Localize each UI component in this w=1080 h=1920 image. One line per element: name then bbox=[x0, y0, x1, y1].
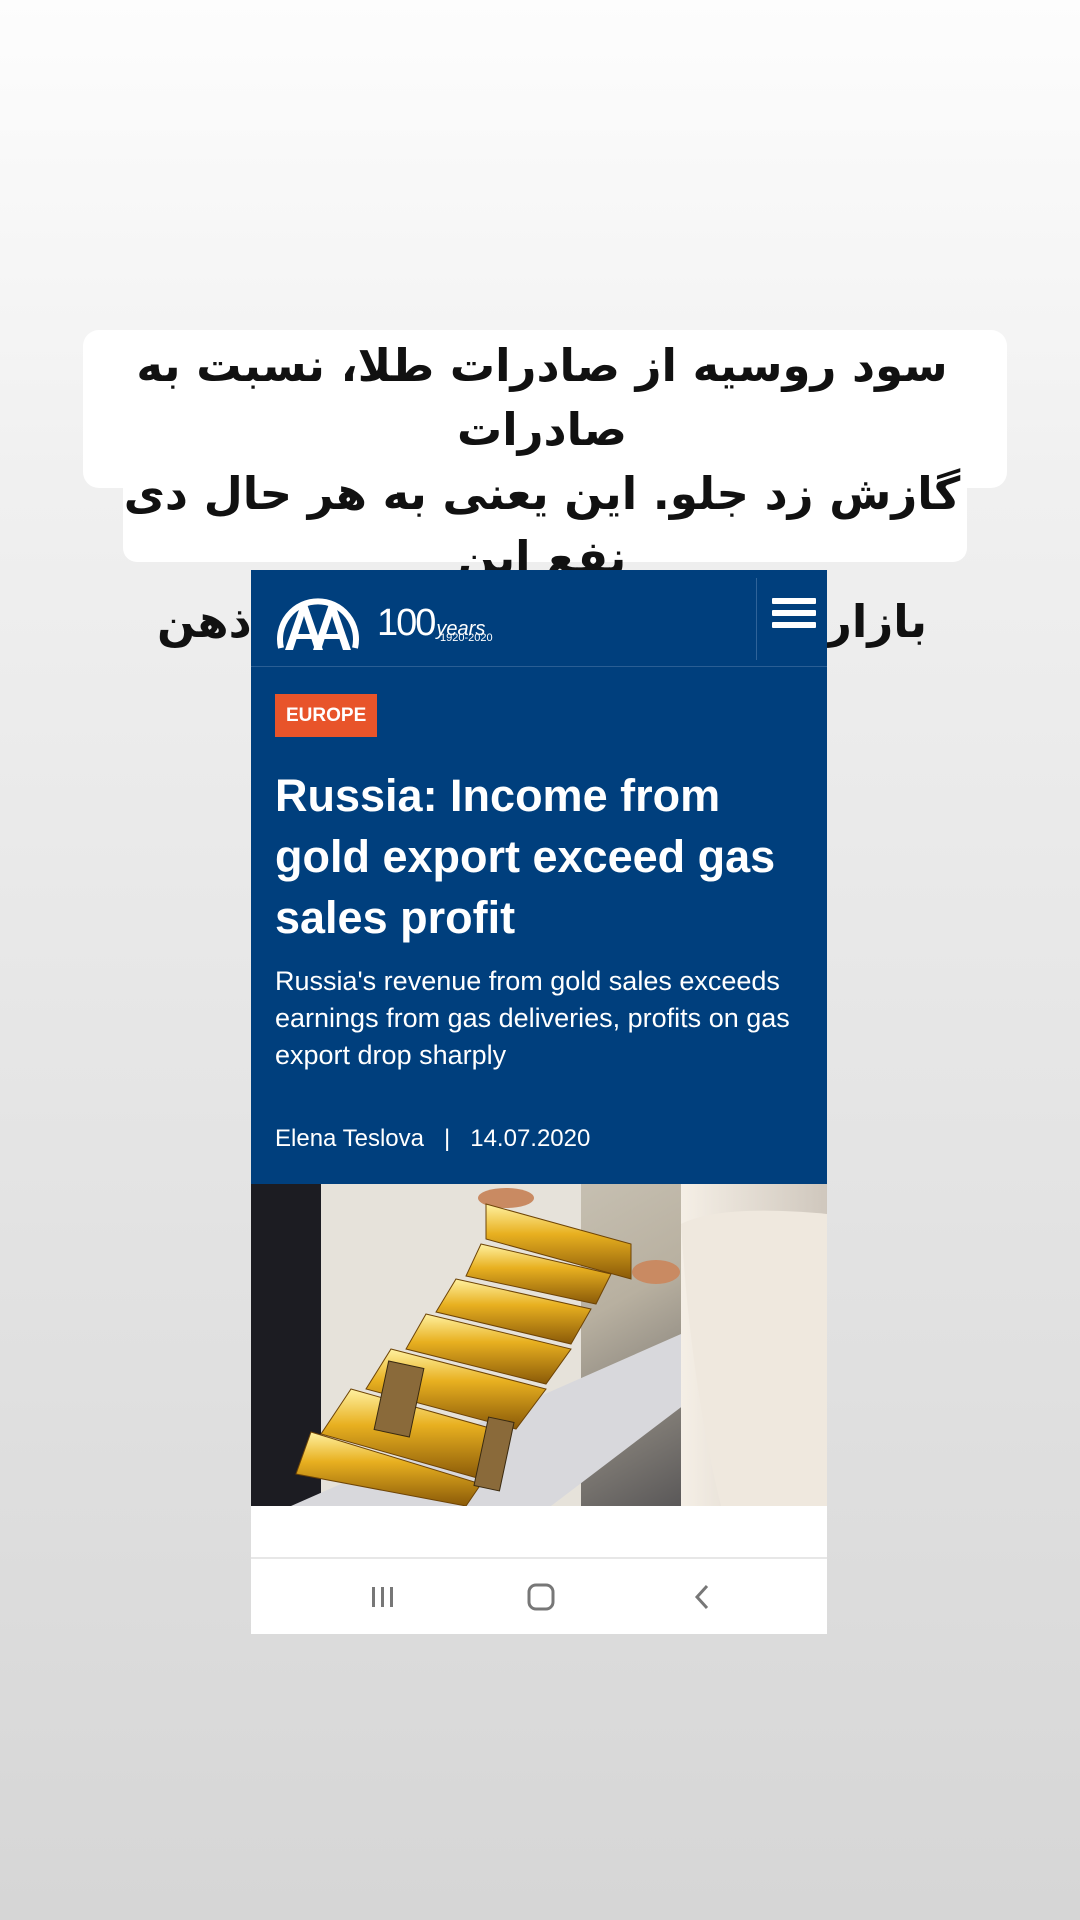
site-header: 100 years 1920-2020 bbox=[251, 570, 827, 667]
phone-screenshot: 100 years 1920-2020 EUROPE Russia: Income… bbox=[251, 570, 827, 1634]
anniversary-number: 100 bbox=[377, 602, 436, 644]
gold-bars-photo bbox=[251, 1184, 827, 1506]
article-subtitle: Russia's revenue from gold sales exceeds… bbox=[275, 966, 790, 1070]
publish-date: 14.07.2020 bbox=[470, 1125, 591, 1152]
story-caption-area: سود روسیه از صادرات طلا، نسبت به صادرات … bbox=[0, 0, 1080, 712]
author-name[interactable]: Elena Teslova bbox=[275, 1125, 424, 1152]
byline-separator: | bbox=[444, 1125, 451, 1152]
category-badge[interactable]: EUROPE bbox=[275, 694, 378, 737]
caption-line: سود روسیه از صادرات طلا، نسبت به صادرات bbox=[136, 339, 948, 456]
aa-logo-icon[interactable] bbox=[273, 582, 363, 656]
anniversary-span: 1920-2020 bbox=[440, 632, 493, 644]
article-headline: Russia: Income from gold export exceed g… bbox=[275, 770, 776, 943]
article-header: EUROPE Russia: Income from gold export e… bbox=[251, 667, 827, 1184]
recent-apps-icon[interactable] bbox=[363, 1579, 403, 1615]
home-icon[interactable] bbox=[521, 1579, 561, 1615]
back-icon[interactable] bbox=[683, 1579, 723, 1615]
android-navigation-bar bbox=[251, 1557, 827, 1634]
anniversary-mark: 100 years 1920-2020 bbox=[377, 602, 493, 644]
hamburger-menu-icon[interactable] bbox=[772, 598, 816, 638]
article-byline: Elena Teslova | 14.07.2020 bbox=[275, 1125, 590, 1153]
header-divider bbox=[756, 578, 757, 660]
